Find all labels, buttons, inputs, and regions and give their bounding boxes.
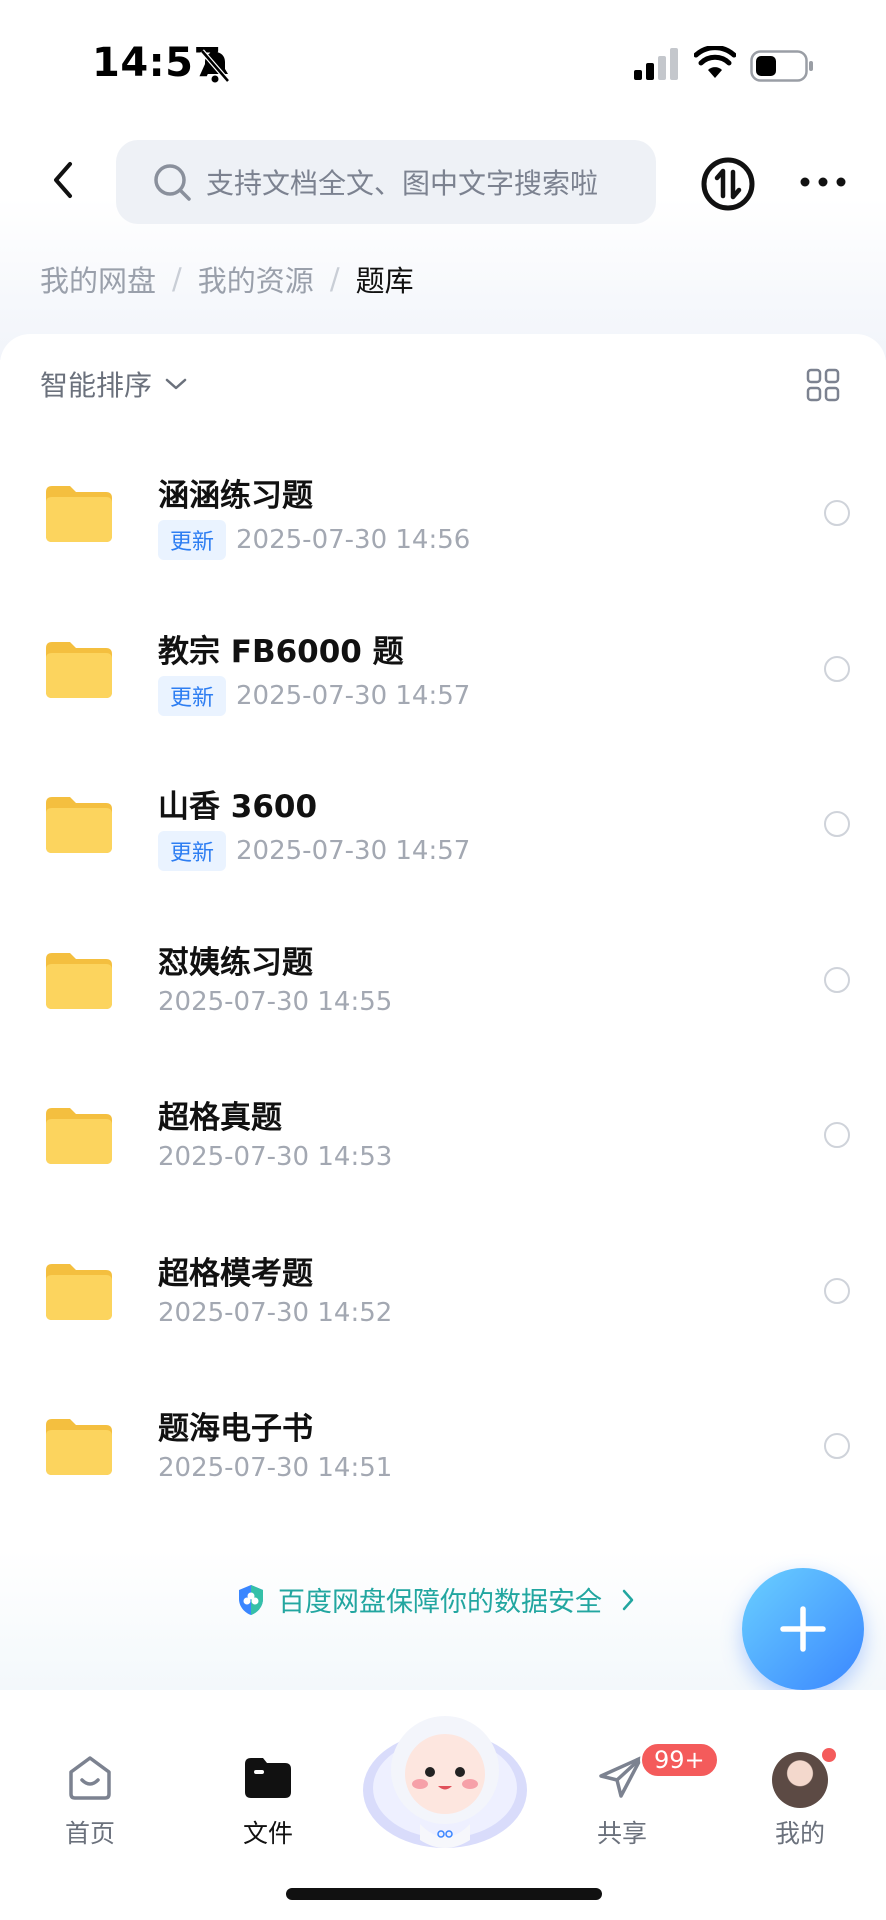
file-name: 山香 3600	[158, 789, 318, 825]
sort-button[interactable]: 智能排序	[40, 364, 188, 404]
breadcrumb-separator: /	[172, 262, 182, 296]
tab-label-share: 共享	[596, 1819, 647, 1848]
folder-icon	[46, 1419, 112, 1475]
update-badge: 更新	[158, 520, 227, 560]
file-name: 涵涵练习题	[158, 478, 313, 514]
tab-home[interactable]: 首页	[30, 1750, 150, 1850]
home-indicator	[286, 1888, 602, 1900]
tab-files[interactable]: 文件	[208, 1750, 328, 1850]
breadcrumb-item-my-resources[interactable]: 我的资源	[198, 258, 314, 300]
bottom-tab-bar: 首页 文件 共享 99+ 我的	[0, 1690, 886, 1920]
select-radio[interactable]	[824, 655, 850, 682]
folder-icon	[46, 797, 112, 853]
file-row[interactable]: 山香 3600 更新 2025-07-30 14:57	[0, 755, 886, 911]
folder-icon	[46, 1263, 112, 1320]
select-radio[interactable]	[824, 500, 850, 526]
file-meta: 更新 2025-07-30 14:56	[158, 520, 470, 560]
plus-icon	[780, 1606, 826, 1652]
file-modified-time: 2025-07-30 14:51	[158, 1453, 393, 1483]
status-bar: 14:57	[0, 0, 886, 130]
tab-label-home: 首页	[64, 1819, 115, 1848]
file-row[interactable]: 怼姨练习题 2025-07-30 14:55	[0, 911, 886, 1067]
add-button[interactable]	[742, 1568, 864, 1690]
breadcrumb-separator: /	[329, 262, 340, 296]
file-row[interactable]: 教宗 FB6000 题 更新 2025-07-30 14:57	[0, 600, 886, 756]
file-modified-time: 2025-07-30 14:57	[236, 836, 471, 866]
select-radio[interactable]	[824, 1433, 850, 1459]
folder-icon	[46, 641, 112, 698]
search-placeholder: 支持文档全文、图中文字搜索啦	[206, 167, 599, 200]
file-row[interactable]: 超格模考题 2025-07-30 14:52	[0, 1222, 886, 1378]
search-input[interactable]: 支持文档全文、图中文字搜索啦	[116, 140, 656, 224]
folder-icon	[46, 1108, 112, 1164]
breadcrumb: 我的网盘 / 我的资源 / 题库	[40, 258, 414, 300]
file-list: 涵涵练习题 更新 2025-07-30 14:56 教宗 FB6000 题 更新…	[0, 444, 886, 1533]
select-radio[interactable]	[824, 811, 850, 837]
file-name: 超格模考题	[158, 1255, 313, 1292]
select-radio[interactable]	[824, 1277, 850, 1304]
select-radio[interactable]	[824, 1122, 850, 1148]
folder-icon	[46, 486, 112, 542]
mascot-icon[interactable]	[360, 1700, 530, 1860]
folder-icon	[46, 952, 112, 1009]
back-icon[interactable]	[44, 158, 84, 202]
file-name: 怼姨练习题	[158, 944, 313, 981]
file-list-panel: 智能排序 涵涵练习题 更新 2025-07-30 14:56 教宗 FB6000…	[0, 334, 886, 1694]
home-icon	[69, 1756, 111, 1800]
grid-view-icon[interactable]	[806, 368, 840, 402]
tab-label-files: 文件	[242, 1819, 293, 1848]
update-badge: 更新	[158, 675, 227, 716]
file-meta: 2025-07-30 14:52	[158, 1298, 392, 1328]
shield-icon	[239, 1584, 263, 1615]
more-icon[interactable]	[798, 172, 848, 192]
file-row[interactable]: 超格真题 2025-07-30 14:53	[0, 1066, 886, 1222]
bell-muted-icon	[200, 49, 230, 83]
file-modified-time: 2025-07-30 14:55	[158, 986, 393, 1017]
share-count-badge: 99+	[640, 1742, 719, 1778]
breadcrumb-item-my-disk[interactable]: 我的网盘	[40, 258, 156, 300]
wifi-icon	[694, 46, 736, 78]
file-meta: 2025-07-30 14:55	[158, 987, 392, 1017]
search-icon	[154, 164, 191, 201]
file-row[interactable]: 涵涵练习题 更新 2025-07-30 14:56	[0, 444, 886, 600]
file-meta: 更新 2025-07-30 14:57	[158, 675, 471, 716]
transfer-icon[interactable]	[700, 156, 756, 212]
sort-label: 智能排序	[40, 369, 153, 402]
file-row[interactable]: 题海电子书 2025-07-30 14:51	[0, 1377, 886, 1533]
security-text: 百度网盘保障你的数据安全	[278, 1587, 602, 1618]
file-name: 超格真题	[158, 1100, 282, 1136]
file-meta: 更新 2025-07-30 14:57	[158, 831, 470, 871]
folder-filled-icon	[245, 1758, 291, 1798]
file-name: 题海电子书	[158, 1411, 313, 1447]
update-badge: 更新	[158, 831, 227, 871]
file-name: 教宗 FB6000 题	[158, 633, 404, 670]
chevron-down-icon	[165, 378, 187, 390]
file-modified-time: 2025-07-30 14:57	[236, 680, 471, 711]
select-radio[interactable]	[824, 966, 850, 993]
chevron-right-icon	[622, 1589, 634, 1610]
breadcrumb-current: 题库	[355, 264, 414, 298]
avatar[interactable]	[772, 1752, 828, 1808]
file-modified-time: 2025-07-30 14:53	[158, 1142, 393, 1172]
file-modified-time: 2025-07-30 14:52	[158, 1297, 393, 1328]
signal-icon	[634, 48, 678, 80]
file-modified-time: 2025-07-30 14:56	[236, 525, 471, 555]
battery-icon	[750, 50, 813, 82]
tab-label-me: 我的	[774, 1819, 825, 1848]
notification-dot	[820, 1746, 838, 1764]
file-meta: 2025-07-30 14:51	[158, 1453, 392, 1483]
file-meta: 2025-07-30 14:53	[158, 1142, 392, 1172]
